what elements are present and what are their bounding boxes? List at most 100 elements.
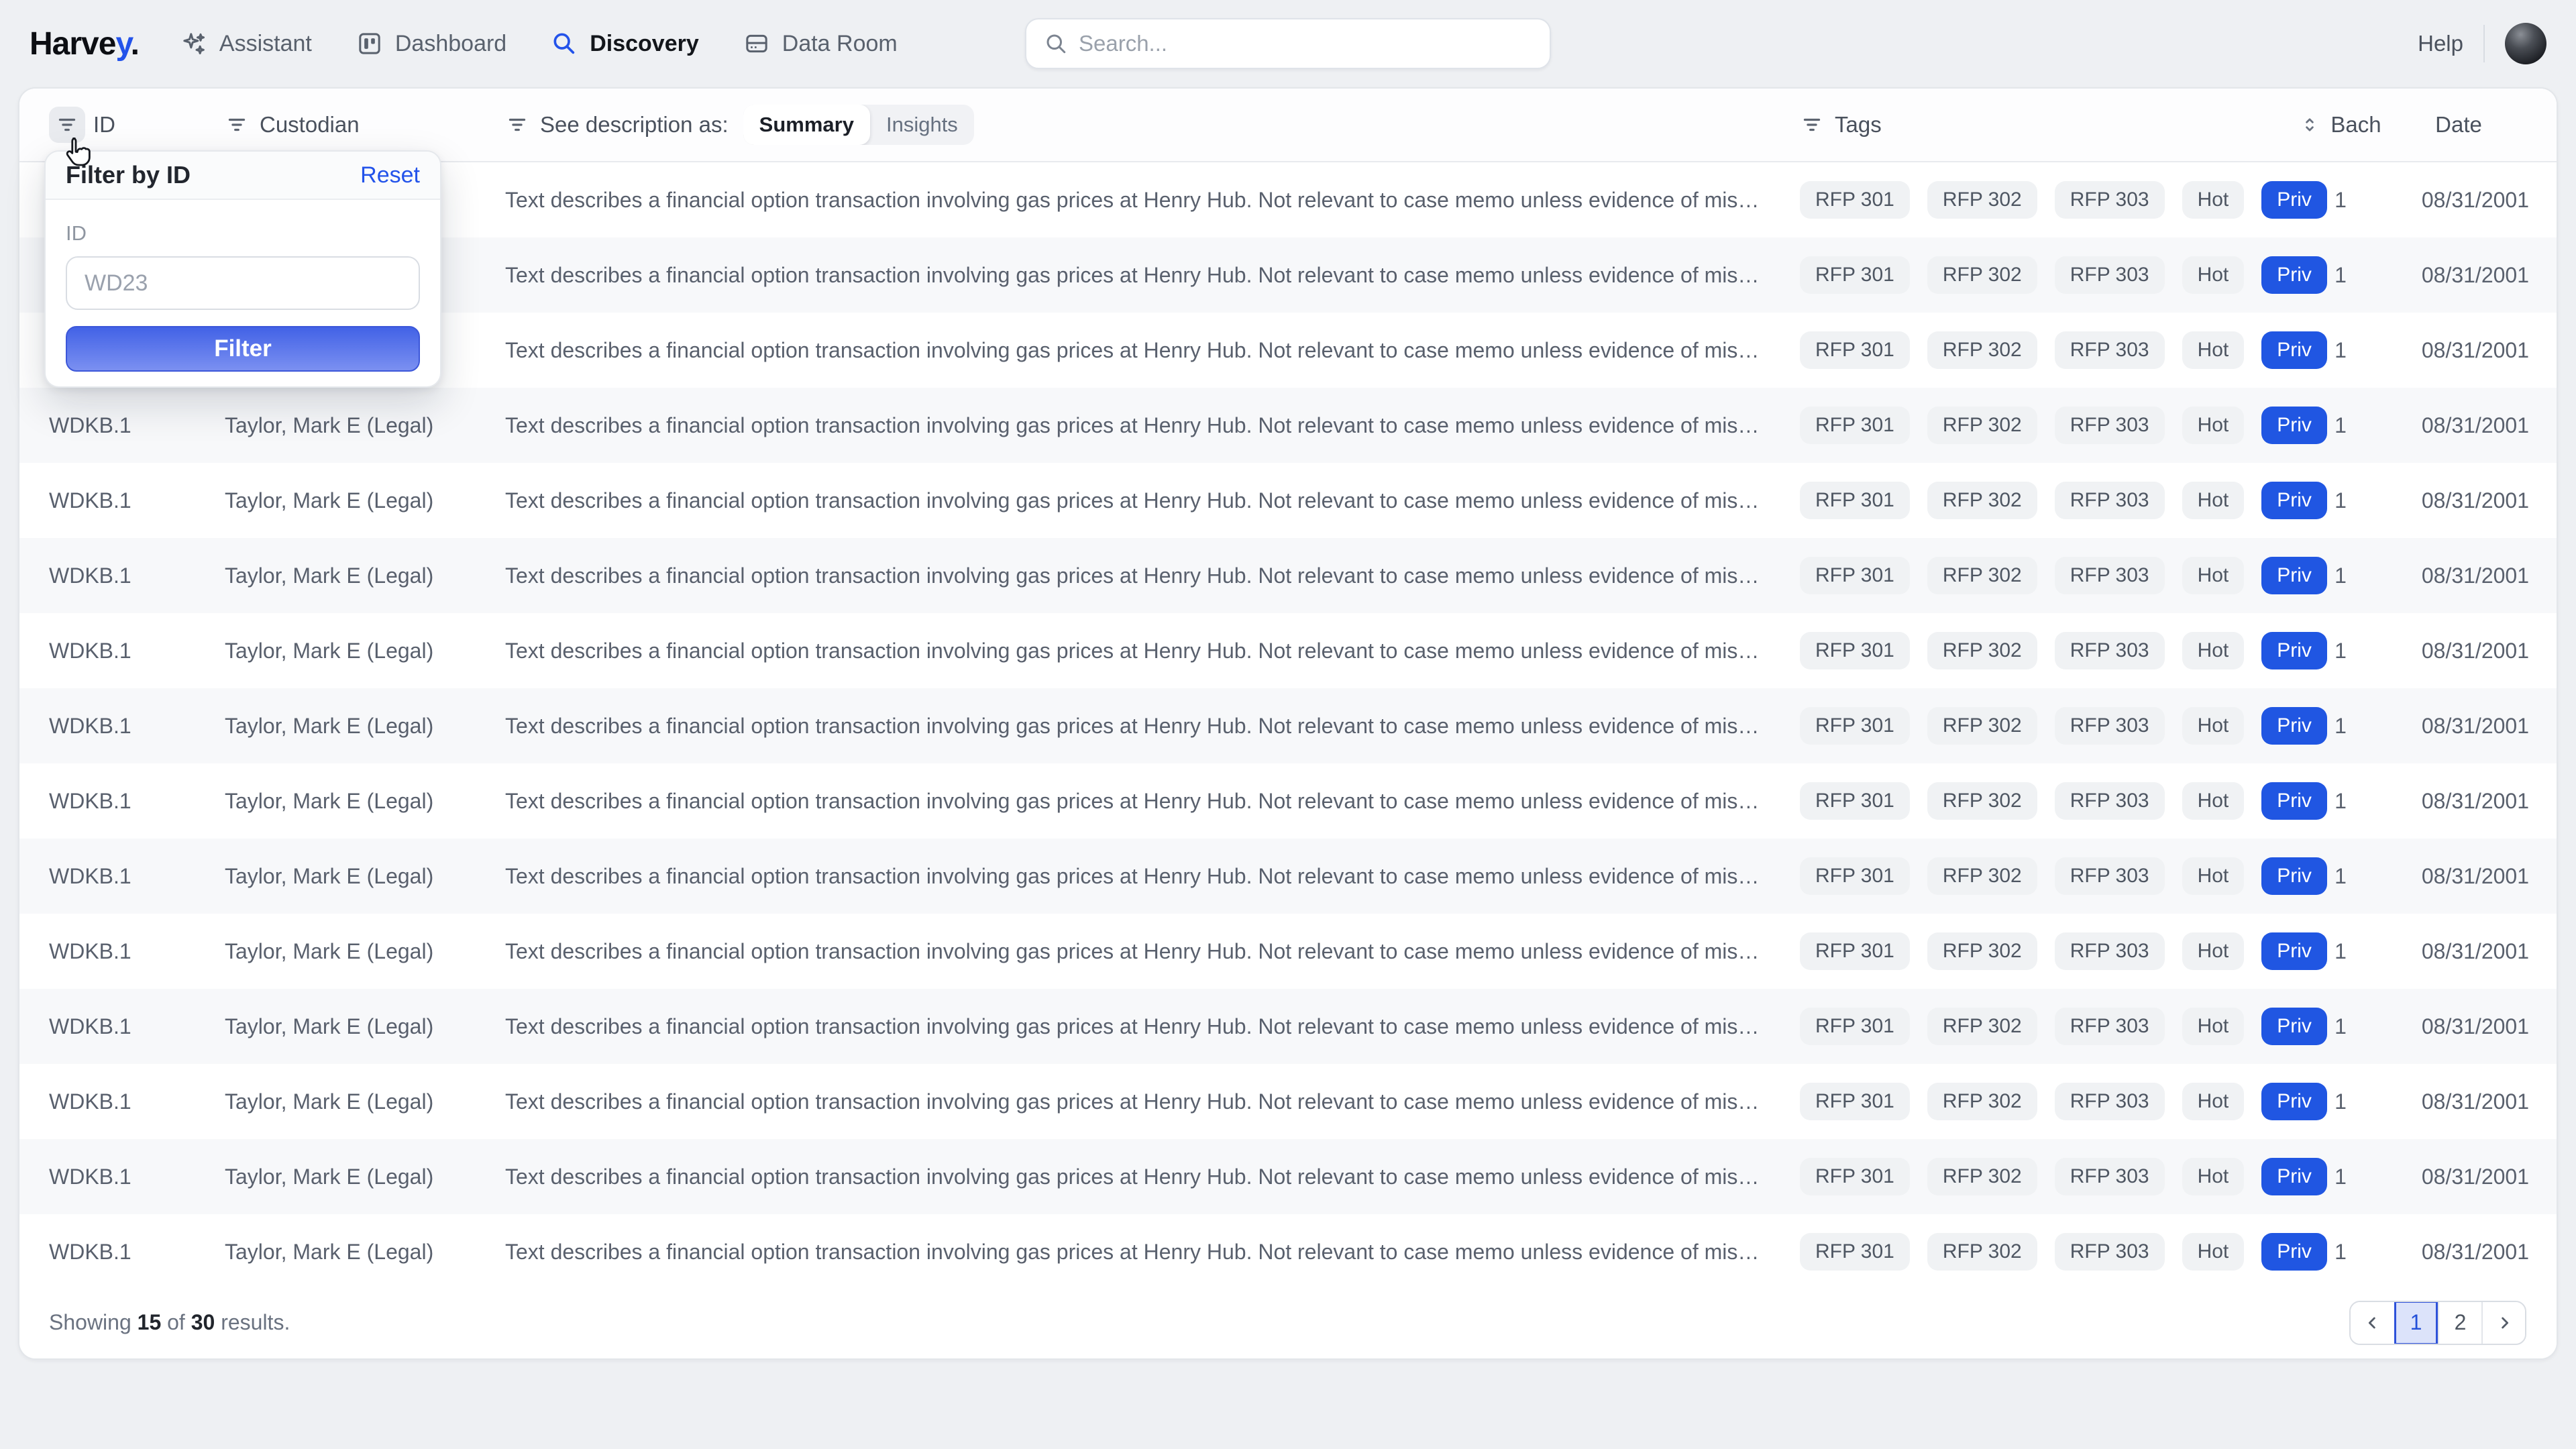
tag-chip-hot[interactable]: Hot [2182,256,2245,294]
tag-chip-rfp-303[interactable]: RFP 303 [2055,181,2165,219]
harvey-logo[interactable]: Harvey. [30,25,139,62]
tag-chip-rfp-302[interactable]: RFP 302 [1927,1008,2037,1045]
tag-chip-rfp-301[interactable]: RFP 301 [1800,557,1910,594]
tag-chip-rfp-303[interactable]: RFP 303 [2055,1158,2165,1195]
tag-chip-rfp-303[interactable]: RFP 303 [2055,932,2165,970]
toggle-option-summary[interactable]: Summary [743,105,870,145]
table-row[interactable]: WDKB.1 Taylor, Mark E (Legal) Text descr… [19,763,2557,839]
tag-chip-rfp-302[interactable]: RFP 302 [1927,482,2037,519]
tag-chip-rfp-303[interactable]: RFP 303 [2055,707,2165,745]
page-button-1[interactable]: 1 [2394,1301,2438,1345]
tag-chip-hot[interactable]: Hot [2182,407,2245,444]
table-row[interactable]: WDKB.1 Taylor, Mark E (Legal) Text descr… [19,463,2557,538]
tag-chip-rfp-301[interactable]: RFP 301 [1800,1233,1910,1271]
table-row[interactable]: WDKB.1 Taylor, Mark E (Legal) Text descr… [19,538,2557,613]
tag-chip-rfp-303[interactable]: RFP 303 [2055,1233,2165,1271]
tag-chip-rfp-302[interactable]: RFP 302 [1927,1233,2037,1271]
tag-chip-hot[interactable]: Hot [2182,482,2245,519]
table-row[interactable]: WDKB.1 Taylor, Mark E (Legal) Text descr… [19,839,2557,914]
toggle-option-insights[interactable]: Insights [870,105,974,145]
tag-chip-rfp-302[interactable]: RFP 302 [1927,256,2037,294]
tag-chip-rfp-303[interactable]: RFP 303 [2055,331,2165,369]
user-avatar[interactable] [2505,23,2546,64]
tag-chip-hot[interactable]: Hot [2182,932,2245,970]
tag-chip-hot[interactable]: Hot [2182,857,2245,895]
tag-chip-hot[interactable]: Hot [2182,707,2245,745]
nav-item-label: Data Room [782,31,898,57]
tag-chip-rfp-303[interactable]: RFP 303 [2055,1008,2165,1045]
filter-submit-button[interactable]: Filter [66,326,420,372]
tag-chip-rfp-301[interactable]: RFP 301 [1800,256,1910,294]
help-link[interactable]: Help [2418,31,2463,56]
tag-chip-rfp-302[interactable]: RFP 302 [1927,1158,2037,1195]
tag-chip-rfp-301[interactable]: RFP 301 [1800,1008,1910,1045]
nav-item-assistant[interactable]: Assistant [180,30,312,57]
tag-chip-rfp-303[interactable]: RFP 303 [2055,632,2165,669]
tag-chip-rfp-302[interactable]: RFP 302 [1927,707,2037,745]
filter-icon[interactable] [505,113,529,137]
tag-chip-hot[interactable]: Hot [2182,1233,2245,1271]
tag-chip-rfp-301[interactable]: RFP 301 [1800,407,1910,444]
cell-tags: RFP 301RFP 302RFP 303HotPriv [1800,407,2293,444]
table-row[interactable]: WDKB.1 Taylor, Mark E (Legal) Text descr… [19,613,2557,688]
table-row[interactable]: WDKB.1 Taylor, Mark E (Legal) Text descr… [19,914,2557,989]
tag-chip-rfp-303[interactable]: RFP 303 [2055,407,2165,444]
tag-chip-hot[interactable]: Hot [2182,1008,2245,1045]
tag-chip-rfp-302[interactable]: RFP 302 [1927,407,2037,444]
cell-description: Text describes a financial option transa… [505,639,1800,663]
page-button-2[interactable]: 2 [2438,1301,2481,1345]
tag-chip-rfp-302[interactable]: RFP 302 [1927,1083,2037,1120]
table-row[interactable]: WDKB.1 Taylor, Mark E (Legal) Text descr… [19,1064,2557,1139]
tag-chip-rfp-302[interactable]: RFP 302 [1927,557,2037,594]
tag-chip-rfp-301[interactable]: RFP 301 [1800,932,1910,970]
tag-chip-rfp-301[interactable]: RFP 301 [1800,782,1910,820]
tag-chip-rfp-301[interactable]: RFP 301 [1800,707,1910,745]
cell-id: WDKB.1 [49,714,225,739]
tag-chip-rfp-302[interactable]: RFP 302 [1927,857,2037,895]
tag-chip-rfp-302[interactable]: RFP 302 [1927,331,2037,369]
table-row[interactable]: WDKB.1 Taylor, Mark E (Legal) Text descr… [19,1214,2557,1289]
tag-chip-rfp-301[interactable]: RFP 301 [1800,331,1910,369]
search-input[interactable] [1079,31,1532,56]
tag-chip-rfp-302[interactable]: RFP 302 [1927,932,2037,970]
cell-id: WDKB.1 [49,789,225,814]
tag-chip-rfp-302[interactable]: RFP 302 [1927,782,2037,820]
tag-chip-hot[interactable]: Hot [2182,1083,2245,1120]
tag-chip-rfp-303[interactable]: RFP 303 [2055,482,2165,519]
prev-page-button[interactable] [2351,1301,2394,1345]
tag-chip-rfp-301[interactable]: RFP 301 [1800,181,1910,219]
tag-chip-hot[interactable]: Hot [2182,1158,2245,1195]
next-page-button[interactable] [2481,1301,2525,1345]
filter-icon[interactable] [1800,113,1824,137]
nav-item-data-room[interactable]: Data Room [743,30,898,57]
table-row[interactable]: WDKB.1 Taylor, Mark E (Legal) Text descr… [19,688,2557,763]
tag-chip-hot[interactable]: Hot [2182,782,2245,820]
tag-chip-rfp-301[interactable]: RFP 301 [1800,1083,1910,1120]
sort-icon[interactable] [2300,115,2320,135]
tag-chip-rfp-301[interactable]: RFP 301 [1800,482,1910,519]
sparkles-icon [180,30,207,57]
tag-chip-hot[interactable]: Hot [2182,557,2245,594]
tag-chip-rfp-303[interactable]: RFP 303 [2055,256,2165,294]
nav-item-dashboard[interactable]: Dashboard [356,30,506,57]
tag-chip-rfp-301[interactable]: RFP 301 [1800,857,1910,895]
tag-chip-rfp-303[interactable]: RFP 303 [2055,782,2165,820]
table-row[interactable]: WDKB.1 Taylor, Mark E (Legal) Text descr… [19,1139,2557,1214]
nav-item-discovery[interactable]: Discovery [551,30,699,57]
tag-chip-hot[interactable]: Hot [2182,632,2245,669]
tag-chip-rfp-301[interactable]: RFP 301 [1800,632,1910,669]
cell-bach: 1 [2293,939,2388,964]
tag-chip-rfp-303[interactable]: RFP 303 [2055,557,2165,594]
tag-chip-rfp-301[interactable]: RFP 301 [1800,1158,1910,1195]
tag-chip-rfp-302[interactable]: RFP 302 [1927,632,2037,669]
tag-chip-hot[interactable]: Hot [2182,331,2245,369]
tag-chip-rfp-302[interactable]: RFP 302 [1927,181,2037,219]
table-row[interactable]: WDKB.1 Taylor, Mark E (Legal) Text descr… [19,388,2557,463]
tag-chip-hot[interactable]: Hot [2182,181,2245,219]
reset-link[interactable]: Reset [360,162,420,189]
tag-chip-rfp-303[interactable]: RFP 303 [2055,1083,2165,1120]
filter-icon[interactable] [225,113,249,137]
table-row[interactable]: WDKB.1 Taylor, Mark E (Legal) Text descr… [19,989,2557,1064]
id-filter-input[interactable] [66,256,420,310]
tag-chip-rfp-303[interactable]: RFP 303 [2055,857,2165,895]
